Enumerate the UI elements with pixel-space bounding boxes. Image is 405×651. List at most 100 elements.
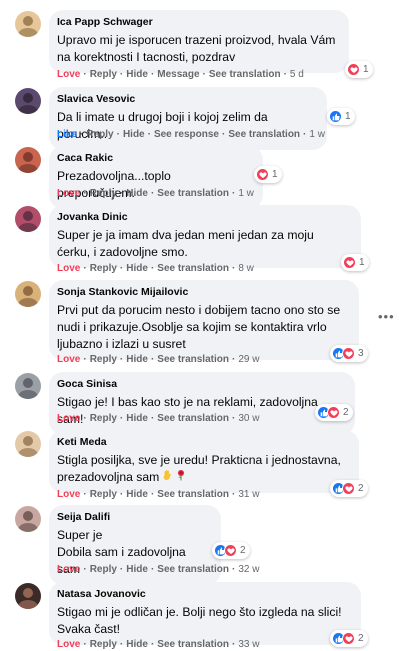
action-hide-link[interactable]: Hide (126, 413, 148, 424)
comment-actions: Love · Reply · Hide · See translation · 30 w (57, 413, 259, 425)
action-love-link[interactable]: Love (57, 413, 80, 424)
action-separator: · (303, 129, 307, 140)
avatar[interactable] (15, 88, 41, 114)
action-hide-link[interactable]: Hide (126, 69, 148, 80)
comment-author[interactable]: Caca Rakic (57, 152, 252, 165)
action-love-link[interactable]: Love (57, 354, 80, 365)
action-reply-link[interactable]: Reply (90, 413, 117, 424)
action-reply-link[interactable]: Reply (90, 639, 117, 650)
comment-actions: Love · Reply · Hide · Message · See translation ·… (57, 69, 304, 81)
more-options-icon[interactable]: ••• (378, 310, 395, 323)
action-see-translation-link[interactable]: See translation (157, 489, 229, 500)
reaction-summary[interactable]: 1 (345, 61, 373, 78)
action-separator: · (231, 263, 236, 274)
action-see-translation-link[interactable]: See translation (157, 188, 229, 199)
action-see-translation-link[interactable]: See translation (228, 129, 300, 140)
reaction-summary[interactable]: 1 (254, 166, 282, 183)
comment-timestamp[interactable]: 32 w (238, 564, 259, 575)
action-see-translation-link[interactable]: See translation (209, 69, 281, 80)
love-reaction-icon (342, 482, 355, 495)
comment-timestamp[interactable]: 31 w (238, 489, 259, 500)
action-reply-link[interactable]: Reply (90, 354, 117, 365)
reaction-count: 1 (345, 111, 351, 122)
reaction-summary[interactable]: 2 (212, 542, 250, 559)
avatar[interactable] (15, 373, 41, 399)
comment-timestamp[interactable]: 33 w (238, 639, 259, 650)
action-separator: · (83, 489, 87, 500)
comment-timestamp[interactable]: 30 w (238, 413, 259, 424)
action-love-link[interactable]: Love (57, 188, 80, 199)
comment-timestamp[interactable]: 1 w (238, 188, 254, 199)
action-reply-link[interactable]: Reply (90, 263, 117, 274)
comment-text: Stigla posiljka, sve je uredu! Prakticna… (57, 452, 348, 486)
reaction-count: 1 (359, 257, 365, 268)
action-love-link[interactable]: Love (57, 263, 80, 274)
comment-author[interactable]: Jovanka Dinic (57, 211, 350, 224)
comment-author[interactable]: Keti Meda (57, 436, 348, 449)
action-like-link[interactable]: Like (57, 129, 77, 140)
reaction-summary[interactable]: 2 (330, 480, 368, 497)
action-hide-link[interactable]: Hide (126, 564, 148, 575)
action-love-link[interactable]: Love (57, 564, 80, 575)
avatar[interactable] (15, 583, 41, 609)
love-reaction-icon (256, 168, 269, 181)
reaction-summary[interactable]: 2 (330, 630, 368, 647)
action-separator: · (222, 129, 226, 140)
love-reaction-icon (347, 63, 360, 76)
avatar[interactable] (15, 147, 41, 173)
action-reply-link[interactable]: Reply (90, 564, 117, 575)
action-separator: · (80, 129, 84, 140)
action-separator: · (119, 413, 124, 424)
comment-timestamp[interactable]: 5 d (290, 69, 304, 80)
comment-text-content: Upravo mi je isporucen trazeni proizvod,… (57, 33, 336, 64)
action-separator: · (147, 129, 151, 140)
comment-bubble: Natasa Jovanovic Stigao mi je odličan je.… (49, 582, 361, 645)
action-reply-link[interactable]: Reply (90, 188, 117, 199)
rose-emoji-icon (175, 469, 187, 486)
reaction-summary[interactable]: 2 (315, 404, 353, 421)
comment-bubble: Sonja Stankovic Mijailovic Prvi put da po… (49, 280, 359, 360)
comment-author[interactable]: Goca Sinisa (57, 378, 344, 391)
action-see-translation-link[interactable]: See translation (157, 413, 229, 424)
action-see-translation-link[interactable]: See translation (157, 564, 229, 575)
action-reply-link[interactable]: Reply (86, 129, 113, 140)
action-hide-link[interactable]: Hide (126, 639, 148, 650)
comment-actions: Love · Reply · Hide · See translation · 33 w (57, 639, 259, 651)
action-separator: · (283, 69, 287, 80)
action-hide-link[interactable]: Hide (126, 263, 148, 274)
avatar[interactable] (15, 11, 41, 37)
action-see-translation-link[interactable]: See translation (157, 354, 229, 365)
action-hide-link[interactable]: Hide (126, 188, 148, 199)
avatar[interactable] (15, 281, 41, 307)
reaction-summary[interactable]: 3 (330, 345, 368, 362)
comment-author[interactable]: Sonja Stankovic Mijailovic (57, 286, 348, 299)
action-separator: · (231, 564, 236, 575)
action-separator: · (202, 69, 206, 80)
action-see-response-link[interactable]: See response (154, 129, 219, 140)
avatar[interactable] (15, 506, 41, 532)
action-separator: · (119, 639, 124, 650)
action-love-link[interactable]: Love (57, 639, 80, 650)
action-hide-link[interactable]: Hide (126, 354, 148, 365)
action-see-translation-link[interactable]: See translation (157, 263, 229, 274)
action-love-link[interactable]: Love (57, 489, 80, 500)
action-reply-link[interactable]: Reply (90, 69, 117, 80)
avatar[interactable] (15, 206, 41, 232)
action-love-link[interactable]: Love (57, 69, 80, 80)
action-message-link[interactable]: Message (157, 69, 199, 80)
comment-author[interactable]: Seija Dalifi (57, 511, 210, 524)
comment-author[interactable]: Ica Papp Schwager (57, 16, 338, 29)
comment-timestamp[interactable]: 8 w (238, 263, 254, 274)
action-hide-link[interactable]: Hide (126, 489, 148, 500)
comment-timestamp[interactable]: 1 w (309, 129, 325, 140)
reaction-summary[interactable]: 1 (341, 254, 369, 271)
comment-author[interactable]: Natasa Jovanovic (57, 588, 350, 601)
action-separator: · (150, 639, 155, 650)
avatar[interactable] (15, 431, 41, 457)
comment-timestamp[interactable]: 29 w (238, 354, 259, 365)
comment-author[interactable]: Slavica Vesovic (57, 93, 316, 106)
action-see-translation-link[interactable]: See translation (157, 639, 229, 650)
action-hide-link[interactable]: Hide (123, 129, 145, 140)
reaction-summary[interactable]: 1 (327, 108, 355, 125)
action-reply-link[interactable]: Reply (90, 489, 117, 500)
